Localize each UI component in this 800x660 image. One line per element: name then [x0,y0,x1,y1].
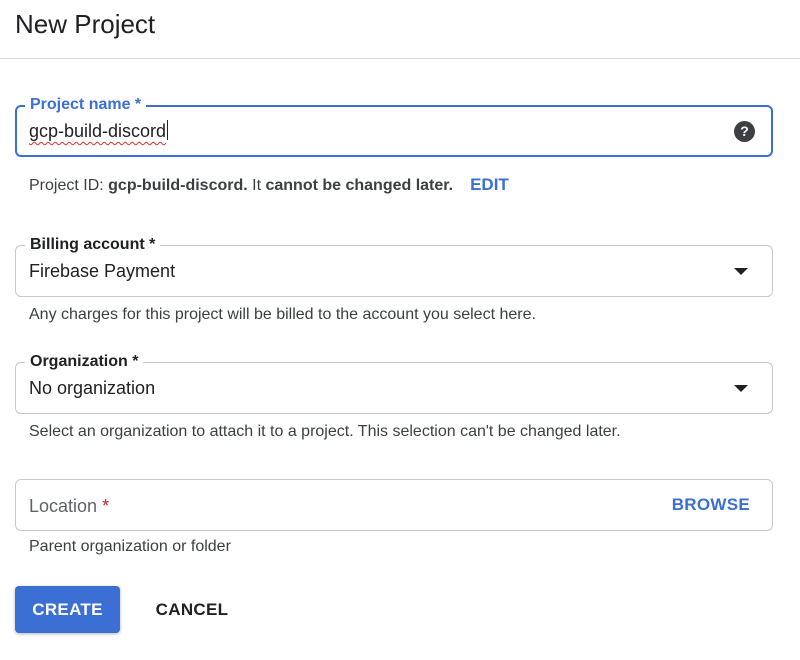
page-header: New Project [0,0,800,59]
location-label-text: Location [29,496,98,516]
billing-account-value: Firebase Payment [29,261,176,281]
project-id-warning: cannot be changed later. [265,177,454,194]
project-name-value: gcp-build-discord [29,121,167,141]
project-id-middle: It [247,177,266,194]
browse-button[interactable]: BROWSE [672,495,750,515]
page-title: New Project [15,9,156,39]
required-star: * [102,496,110,516]
project-name-field[interactable]: Project name * gcp-build-discord ? [15,95,773,157]
project-id-value: gcp-build-discord. [108,177,248,194]
location-hint: Parent organization or folder [29,538,231,555]
project-name-label: Project name * [25,95,147,115]
create-button[interactable]: CREATE [15,586,120,633]
help-icon[interactable]: ? [734,121,755,142]
project-id-hint: Project ID: gcp-build-discord. It cannot… [29,175,509,196]
organization-label: Organization * [25,352,144,372]
cancel-button[interactable]: CANCEL [143,586,241,633]
location-field[interactable]: Location * BROWSE [15,479,773,531]
dropdown-arrow-icon[interactable] [734,268,748,275]
edit-project-id-button[interactable]: EDIT [470,175,509,194]
billing-account-select[interactable]: Billing account * Firebase Payment [15,235,773,297]
organization-hint: Select an organization to attach it to a… [29,423,621,440]
location-label: Location * [29,494,109,518]
new-project-page: New Project Project name * gcp-build-dis… [0,0,800,660]
billing-account-label: Billing account * [25,235,161,255]
organization-select[interactable]: Organization * No organization [15,352,773,414]
dropdown-arrow-icon[interactable] [734,385,748,392]
text-caret [167,120,169,140]
project-name-input[interactable]: gcp-build-discord [29,119,169,143]
organization-value: No organization [29,378,156,398]
project-id-prefix: Project ID: [29,177,109,194]
billing-account-hint: Any charges for this project will be bil… [29,306,536,323]
